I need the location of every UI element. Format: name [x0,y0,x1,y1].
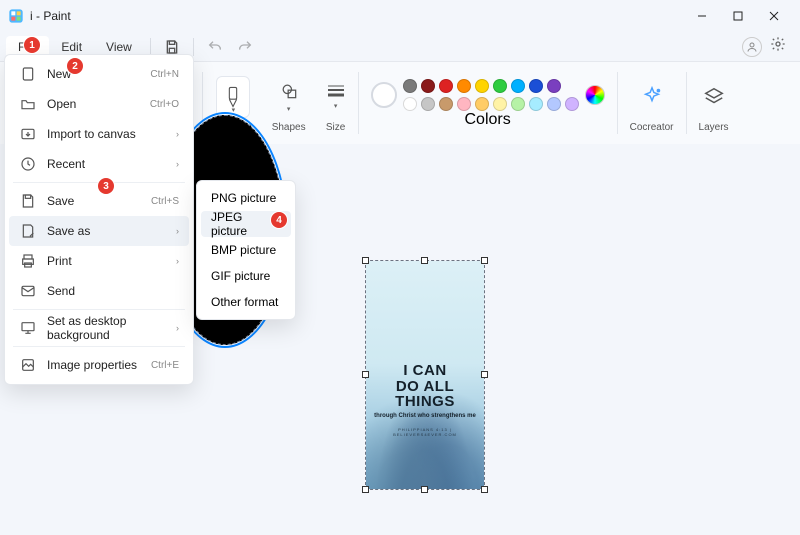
color-swatch[interactable] [529,79,543,93]
file-menu-dropdown: NewCtrl+N OpenCtrl+O Import to canvas› R… [4,54,194,385]
close-button[interactable] [756,0,792,32]
ribbon-shapes[interactable]: ▾ Shapes [262,62,316,144]
menu-send[interactable]: Send [9,276,189,306]
import-icon [19,125,37,143]
resize-handle[interactable] [481,257,488,264]
saveas-other[interactable]: Other format [201,289,291,315]
save-as-submenu: PNG picture JPEG picture BMP picture GIF… [196,180,296,320]
send-icon [19,282,37,300]
color-swatch[interactable] [547,97,561,111]
menu-recent[interactable]: Recent› [9,149,189,179]
color-swatch[interactable] [475,79,489,93]
color-swatch[interactable] [493,97,507,111]
app-icon [8,8,24,24]
edit-colors-button[interactable] [585,85,605,105]
color-palette [403,79,579,111]
secondary-color-swatch[interactable] [371,82,397,108]
menu-image-properties[interactable]: Image propertiesCtrl+E [9,350,189,380]
ribbon-colors-group: Colors [361,62,615,144]
folder-icon [19,95,37,113]
saveas-png[interactable]: PNG picture [201,185,291,211]
resize-handle[interactable] [362,257,369,264]
print-icon [19,252,37,270]
menu-set-desktop-background[interactable]: Set as desktop background› [9,313,189,343]
callout-1: 1 [24,37,40,53]
menu-print[interactable]: Print› [9,246,189,276]
color-swatch[interactable] [475,97,489,111]
saveas-gif[interactable]: GIF picture [201,263,291,289]
settings-icon[interactable] [770,36,786,57]
color-swatch[interactable] [439,79,453,93]
color-swatch[interactable] [439,97,453,111]
selection-frame[interactable]: I CANDO ALLTHINGS through Christ who str… [365,260,485,490]
color-swatch[interactable] [565,97,579,111]
menu-new[interactable]: NewCtrl+N [9,59,189,89]
color-swatch[interactable] [421,79,435,93]
resize-handle[interactable] [421,486,428,493]
maximize-button[interactable] [720,0,756,32]
color-swatch[interactable] [511,97,525,111]
color-swatch[interactable] [529,97,543,111]
color-swatch[interactable] [547,79,561,93]
pasted-image[interactable]: I CANDO ALLTHINGS through Christ who str… [366,261,484,489]
save-as-icon [19,222,37,240]
desktop-icon [19,319,37,337]
ribbon-cocreator[interactable]: Cocreator [620,62,684,144]
clock-icon [19,155,37,173]
undo-button[interactable] [200,34,230,60]
save-icon [19,192,37,210]
properties-icon [19,356,37,374]
menu-import-to-canvas[interactable]: Import to canvas› [9,119,189,149]
color-swatch[interactable] [403,79,417,93]
saveas-bmp[interactable]: BMP picture [201,237,291,263]
menu-save-as[interactable]: Save as› [9,216,189,246]
color-swatch[interactable] [421,97,435,111]
minimize-button[interactable] [684,0,720,32]
menu-open[interactable]: OpenCtrl+O [9,89,189,119]
resize-handle[interactable] [481,371,488,378]
color-swatch[interactable] [493,79,507,93]
resize-handle[interactable] [362,486,369,493]
resize-handle[interactable] [362,371,369,378]
redo-button[interactable] [230,34,260,60]
account-icon[interactable] [742,37,762,57]
color-swatch[interactable] [511,79,525,93]
color-swatch[interactable] [457,79,471,93]
callout-2: 2 [67,58,83,74]
ribbon-size[interactable]: ▾ Size [316,62,356,144]
ribbon-layers[interactable]: Layers [689,62,739,144]
color-swatch[interactable] [457,97,471,111]
resize-handle[interactable] [481,486,488,493]
color-swatch[interactable] [403,97,417,111]
resize-handle[interactable] [421,257,428,264]
title-bar: i - Paint [0,0,800,32]
callout-3: 3 [98,178,114,194]
callout-4: 4 [271,212,287,228]
window-title: i - Paint [30,9,71,23]
new-icon [19,65,37,83]
